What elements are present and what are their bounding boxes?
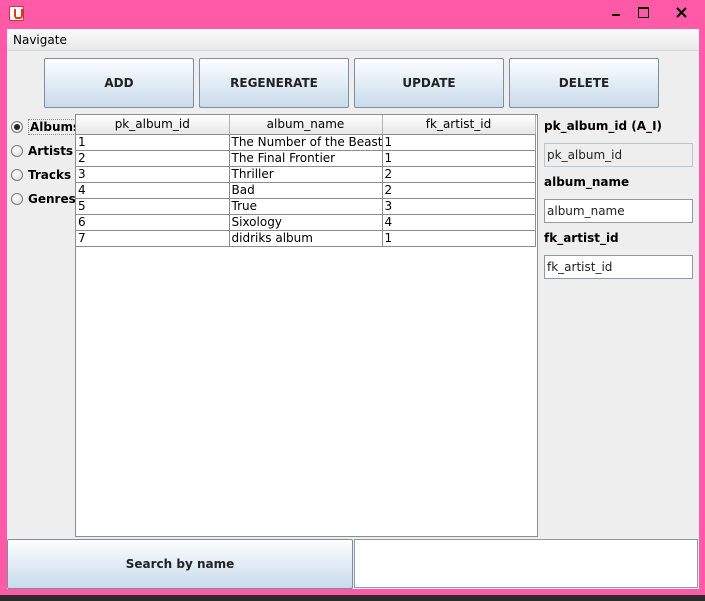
album-name-label: album_name [544, 175, 630, 189]
radio-label: Genres [28, 192, 76, 206]
table-cell[interactable]: 6 [76, 213, 230, 231]
table-cell[interactable]: 2 [381, 181, 536, 199]
table-cell[interactable]: 3 [76, 165, 230, 183]
fk-artist-id-label: fk_artist_id [544, 231, 619, 245]
table-selector: Albums Artists Tracks Genres [9, 115, 83, 211]
regenerate-button[interactable]: REGENERATE [199, 58, 349, 108]
table-cell[interactable]: 2 [76, 149, 230, 167]
radio-albums[interactable]: Albums [9, 115, 83, 139]
table-cell[interactable]: The Final Frontier [228, 149, 383, 167]
table-cell[interactable]: Thriller [228, 165, 383, 183]
table-cell[interactable]: 2 [381, 165, 536, 183]
pk-album-id-field: pk_album_id [544, 143, 693, 167]
table-cell[interactable]: 4 [76, 181, 230, 199]
record-form: pk_album_id (A_I) pk_album_id album_name… [544, 119, 696, 287]
table-row[interactable]: 4 Bad 2 [76, 181, 536, 199]
search-by-name-button[interactable]: Search by name [7, 539, 353, 589]
table-cell[interactable]: Bad [228, 181, 383, 199]
radio-unchecked-icon [11, 193, 23, 205]
maximize-button[interactable] [628, 2, 658, 22]
radio-artists[interactable]: Artists [9, 139, 75, 163]
table-row[interactable]: 3 Thriller 2 [76, 165, 536, 183]
column-header-pk-album-id[interactable]: pk_album_id [76, 115, 230, 135]
delete-button[interactable]: DELETE [509, 58, 659, 108]
update-button[interactable]: UPDATE [354, 58, 504, 108]
table-cell[interactable]: 1 [381, 133, 536, 151]
table-cell[interactable]: 5 [76, 197, 230, 215]
table-row[interactable]: 2 The Final Frontier 1 [76, 149, 536, 167]
table-row[interactable]: 7 didriks album 1 [76, 229, 536, 247]
table-cell[interactable]: 7 [76, 229, 230, 247]
taskbar-edge [0, 595, 705, 601]
table-cell[interactable]: The Number of the Beast [228, 133, 383, 151]
radio-tracks[interactable]: Tracks [9, 163, 75, 187]
close-button[interactable] [662, 2, 700, 22]
table-cell[interactable]: 1 [76, 133, 230, 151]
table-cell[interactable]: True [228, 197, 383, 215]
title-bar [0, 0, 705, 28]
radio-genres[interactable]: Genres [9, 187, 76, 211]
radio-label: Tracks [28, 168, 72, 182]
table-cell[interactable]: Sixology [228, 213, 383, 231]
table-row[interactable]: 6 Sixology 4 [76, 213, 536, 231]
radio-unchecked-icon [11, 145, 23, 157]
radio-label: Artists [28, 144, 74, 158]
java-app-icon [9, 6, 24, 21]
table-cell[interactable]: 1 [381, 149, 536, 167]
radio-checked-icon [11, 121, 23, 133]
column-header-fk-artist-id[interactable]: fk_artist_id [382, 115, 536, 135]
minimize-button[interactable] [601, 2, 631, 22]
radio-unchecked-icon [11, 169, 23, 181]
close-icon [676, 7, 687, 18]
table-header: pk_album_id album_name fk_artist_id [76, 115, 536, 135]
table-cell[interactable]: 3 [381, 197, 536, 215]
table-row[interactable]: 1 The Number of the Beast 1 [76, 133, 536, 151]
table-row[interactable]: 5 True 3 [76, 197, 536, 215]
fk-artist-id-field[interactable]: fk_artist_id [544, 255, 693, 279]
album-name-field[interactable]: album_name [544, 199, 693, 223]
table-cell[interactable]: didriks album [228, 229, 383, 247]
pk-album-id-label: pk_album_id (A_I) [544, 119, 663, 133]
albums-table[interactable]: pk_album_id album_name fk_artist_id 1 Th… [75, 114, 538, 537]
table-cell[interactable]: 4 [381, 213, 536, 231]
menu-navigate[interactable]: Navigate [13, 33, 67, 47]
menu-bar: Navigate [7, 29, 699, 51]
window-content: Navigate ADD REGENERATE UPDATE DELETE Al… [7, 29, 699, 589]
column-header-album-name[interactable]: album_name [229, 115, 383, 135]
search-input[interactable] [354, 539, 698, 588]
table-cell[interactable]: 1 [381, 229, 536, 247]
add-button[interactable]: ADD [44, 58, 194, 108]
